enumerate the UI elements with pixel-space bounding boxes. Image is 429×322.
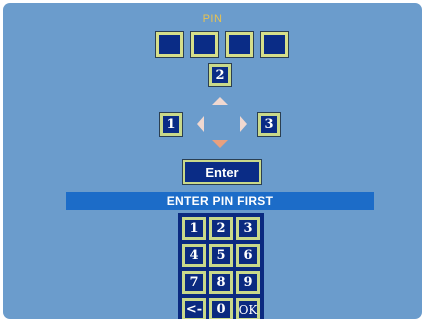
keypad-key-3[interactable]: 3 <box>236 217 260 240</box>
pin-entry-panel: PIN 2 1 3 Enter ENTER PIN FIRST 1 2 3 4 … <box>3 3 422 319</box>
arrow-right-icon[interactable] <box>240 116 247 132</box>
enter-button[interactable]: Enter <box>182 159 262 185</box>
keypad-key-8[interactable]: 8 <box>209 271 233 294</box>
keypad-key-0[interactable]: 0 <box>209 298 233 319</box>
keypad-backspace-key[interactable]: <- <box>182 298 206 319</box>
arrow-up-icon[interactable] <box>212 97 228 105</box>
keypad-key-1[interactable]: 1 <box>182 217 206 240</box>
status-message: ENTER PIN FIRST <box>66 192 374 210</box>
arrow-left-icon[interactable] <box>197 116 204 132</box>
numeric-keypad: 1 2 3 4 5 6 7 8 9 <- 0 OK <box>178 213 264 319</box>
keypad-key-4[interactable]: 4 <box>182 244 206 267</box>
keypad-ok-key[interactable]: OK <box>236 298 260 319</box>
pin-digit-box-4 <box>260 31 289 58</box>
keypad-key-2[interactable]: 2 <box>209 217 233 240</box>
pin-digit-box-3 <box>225 31 254 58</box>
nav-left-key[interactable]: 1 <box>159 112 183 137</box>
nav-up-key[interactable]: 2 <box>208 63 232 87</box>
keypad-key-5[interactable]: 5 <box>209 244 233 267</box>
keypad-key-9[interactable]: 9 <box>236 271 260 294</box>
pin-digit-box-1 <box>155 31 184 58</box>
nav-right-key[interactable]: 3 <box>257 112 281 137</box>
keypad-key-6[interactable]: 6 <box>236 244 260 267</box>
arrow-down-icon[interactable] <box>212 140 228 148</box>
page-title: PIN <box>202 13 223 25</box>
pin-digit-box-2 <box>190 31 219 58</box>
keypad-key-7[interactable]: 7 <box>182 271 206 294</box>
